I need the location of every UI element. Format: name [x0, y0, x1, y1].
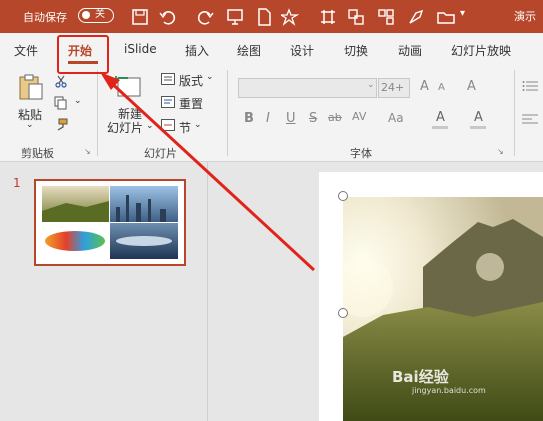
new-slide-icon[interactable] [114, 72, 144, 102]
watermark-text: Bai经验 [392, 368, 449, 386]
tab-islide[interactable]: iSlide [124, 42, 157, 56]
grow-font-icon[interactable]: A [420, 79, 429, 94]
redo-icon[interactable] [195, 7, 215, 27]
shadow-button[interactable]: S [309, 111, 317, 126]
tab-insert[interactable]: 插入 [185, 42, 209, 59]
underline-button[interactable]: U [286, 111, 296, 126]
resize-handle-top-left[interactable] [338, 191, 348, 201]
tab-transitions[interactable]: 切换 [344, 42, 368, 59]
font-launcher-icon[interactable]: ↘ [497, 147, 504, 156]
slide-thumbnail-1[interactable] [34, 179, 186, 266]
present-icon[interactable] [225, 7, 245, 27]
bullets-icon[interactable] [522, 79, 538, 93]
toggle-knob [82, 11, 90, 19]
autosave-state: 关 [95, 9, 105, 20]
copy-icon[interactable] [54, 96, 68, 110]
font-size-value: 24+ [381, 81, 405, 94]
paste-dropdown-icon[interactable]: ⌄ [26, 120, 34, 130]
reset-icon[interactable] [161, 96, 175, 108]
open-folder-icon[interactable] [436, 7, 456, 27]
change-case-button[interactable]: Aa [388, 111, 404, 125]
qat-more-icon[interactable]: ▾ [460, 8, 465, 19]
group-icon[interactable] [346, 7, 366, 27]
highlight-color-swatch [432, 126, 448, 129]
font-color-swatch [470, 126, 486, 129]
title-bar: 自动保存 关 ▾ 演示 [0, 0, 543, 33]
tab-file[interactable]: 文件 [14, 42, 38, 59]
font-color-button[interactable]: A [474, 110, 483, 125]
align-left-icon[interactable] [522, 112, 538, 126]
font-size-combo[interactable]: 24+ [378, 78, 410, 98]
char-spacing-button[interactable]: AV [352, 110, 366, 123]
reset-label[interactable]: 重置 [179, 95, 203, 112]
undo-icon[interactable] [158, 7, 178, 27]
document-title: 演示 [514, 10, 536, 23]
section-dropdown-icon[interactable]: ⌄ [194, 120, 202, 130]
watermark-url: jingyan.baidu.com [412, 386, 486, 395]
thumbnail-collage-image [42, 186, 178, 259]
layout-label[interactable]: 版式 [179, 72, 203, 89]
cut-icon[interactable] [54, 74, 68, 88]
clear-format-icon[interactable]: A [467, 79, 476, 94]
bold-button[interactable]: B [244, 111, 254, 126]
copy-dropdown-icon[interactable]: ⌄ [74, 96, 82, 106]
tab-design[interactable]: 设计 [290, 42, 314, 59]
shapes-icon[interactable] [281, 7, 301, 27]
tab-slideshow[interactable]: 幻灯片放映 [451, 42, 511, 59]
arrange-icon[interactable] [376, 7, 396, 27]
section-icon[interactable] [161, 119, 175, 131]
clipboard-group-label: 剪贴板 [21, 147, 54, 160]
paint-icon[interactable] [406, 7, 426, 27]
layout-dropdown-icon[interactable]: ⌄ [206, 72, 214, 82]
new-file-icon[interactable] [254, 7, 274, 27]
font-name-dropdown-icon[interactable]: ⌄ [367, 80, 375, 90]
resize-handle-middle-left[interactable] [338, 308, 348, 318]
group-divider [514, 70, 515, 156]
clipboard-launcher-icon[interactable]: ↘ [84, 147, 91, 156]
slide-number: 1 [13, 176, 21, 190]
autosave-toggle[interactable]: 关 [78, 8, 114, 23]
format-painter-icon[interactable] [54, 118, 68, 132]
new-slide-label-2[interactable]: 幻灯片 [107, 119, 143, 136]
slides-group-label: 幻灯片 [144, 147, 177, 160]
strikethrough-button[interactable]: ab [328, 111, 342, 124]
group-divider [97, 70, 98, 156]
paste-icon[interactable] [16, 73, 46, 103]
shrink-font-icon[interactable]: A [438, 82, 445, 93]
section-label[interactable]: 节 [179, 119, 191, 136]
font-name-combo[interactable] [238, 78, 377, 98]
group-divider [227, 70, 228, 156]
autosave-label: 自动保存 [23, 11, 67, 24]
highlight-color-button[interactable]: A [436, 110, 445, 125]
tab-draw[interactable]: 绘图 [237, 42, 261, 59]
italic-button[interactable]: I [266, 111, 270, 126]
table-icon[interactable] [318, 7, 338, 27]
tab-animations[interactable]: 动画 [398, 42, 422, 59]
save-icon[interactable] [130, 7, 150, 27]
layout-icon[interactable] [161, 73, 175, 85]
tab-highlight-box [57, 35, 109, 74]
font-group-label: 字体 [350, 147, 372, 160]
new-slide-dropdown-icon[interactable]: ⌄ [146, 121, 154, 131]
